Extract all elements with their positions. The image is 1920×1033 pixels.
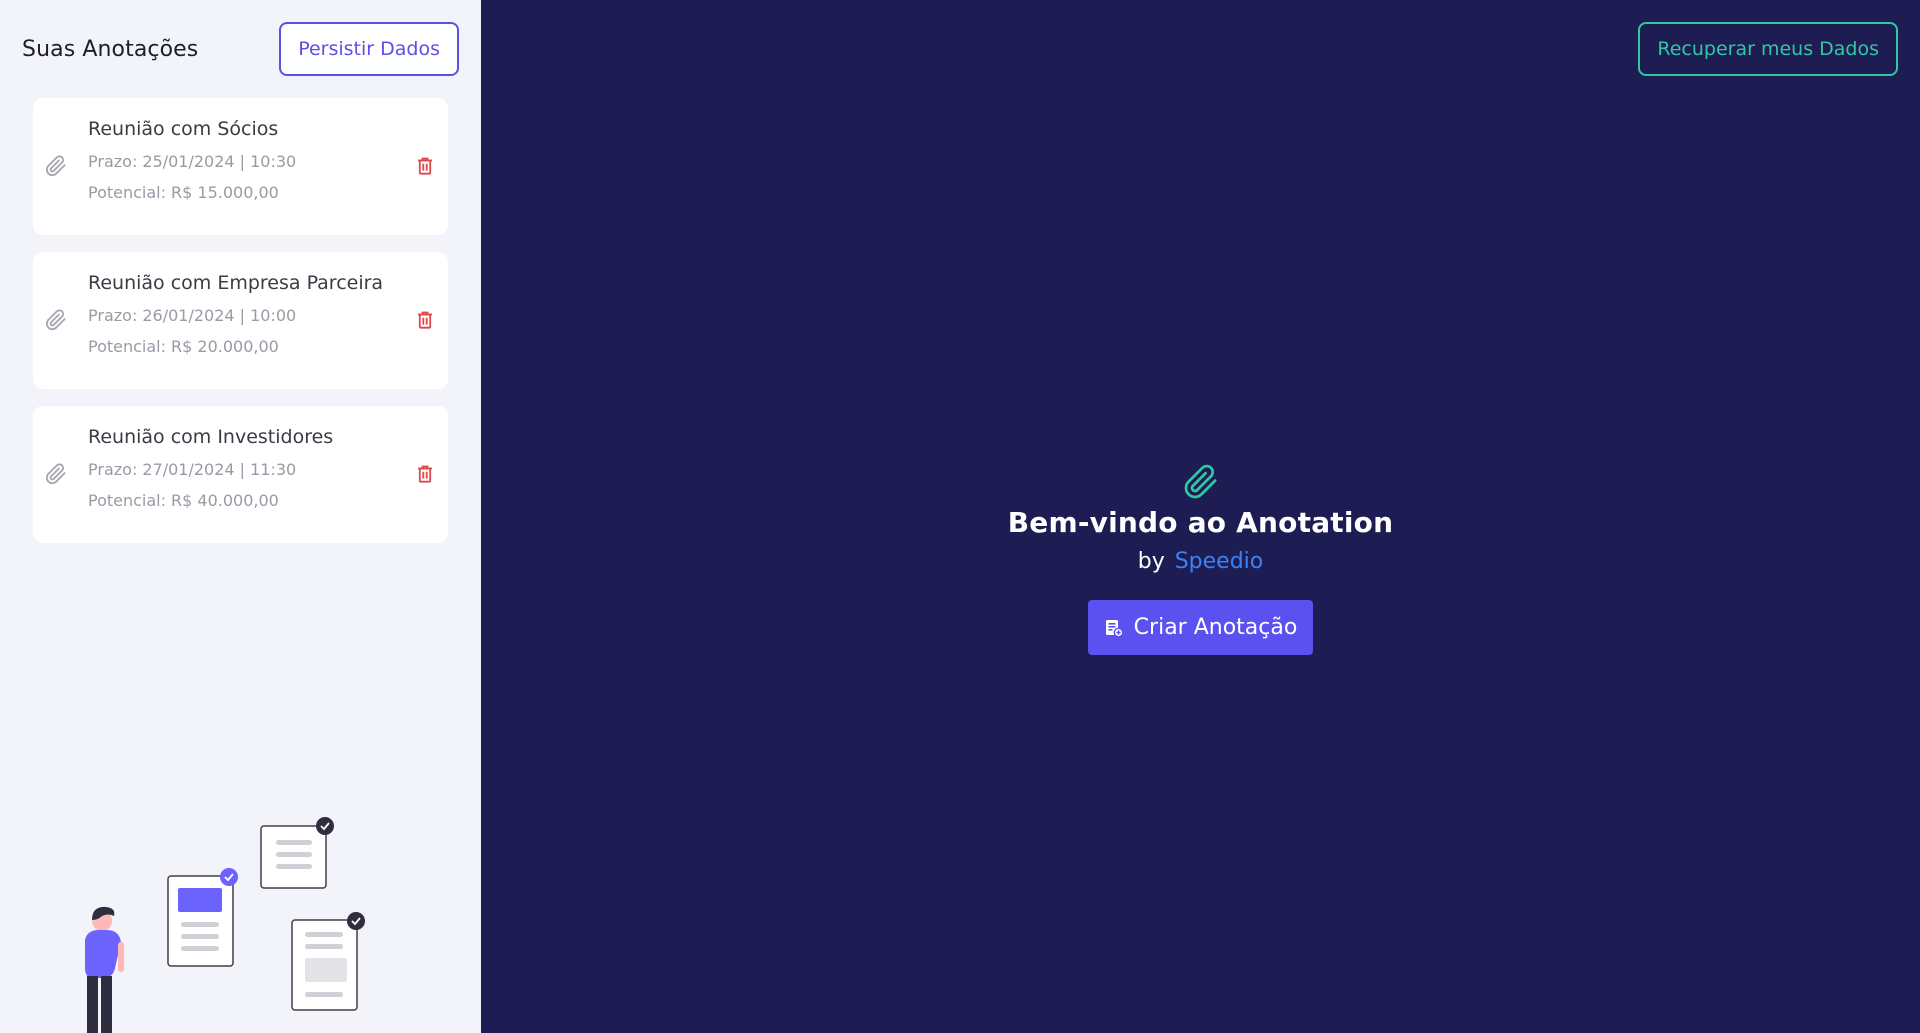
note-body: Reunião com Empresa Parceira Prazo: 26/01… — [88, 272, 383, 368]
note-list: Reunião com Sócios Prazo: 25/01/2024 | 10… — [33, 98, 448, 560]
note-card[interactable]: Reunião com Sócios Prazo: 25/01/2024 | 10… — [33, 98, 448, 235]
welcome-section: Bem-vindo ao Anotation by Speedio Criar … — [481, 464, 1920, 655]
paperclip-icon — [45, 309, 67, 331]
create-note-button[interactable]: Criar Anotação — [1087, 600, 1314, 655]
deadline-value: 27/01/2024 | 11:30 — [142, 460, 297, 479]
notes-illustration — [85, 817, 365, 1033]
welcome-title: Bem-vindo ao Anotation — [1007, 506, 1394, 539]
note-potential: Potencial: R$ 20.000,00 — [88, 337, 383, 356]
note-potential: Potencial: R$ 15.000,00 — [88, 183, 296, 202]
potential-value: R$ 15.000,00 — [171, 183, 279, 202]
sidebar-title: Suas Anotações — [22, 36, 199, 62]
deadline-label: Prazo: — [88, 460, 138, 479]
deadline-value: 25/01/2024 | 10:30 — [142, 152, 297, 171]
note-deadline: Prazo: 25/01/2024 | 10:30 — [88, 152, 296, 171]
note-potential: Potencial: R$ 40.000,00 — [88, 491, 333, 510]
brand-link[interactable]: Speedio — [1175, 549, 1264, 574]
paperclip-icon — [45, 463, 67, 485]
app-root: Suas Anotações Persistir Dados Reunião c… — [0, 0, 1920, 1033]
main-panel: Recuperar meus Dados Bem-vindo ao Anotat… — [481, 0, 1920, 1033]
deadline-label: Prazo: — [88, 306, 138, 325]
paperclip-icon — [45, 155, 67, 177]
potential-label: Potencial: — [88, 183, 167, 202]
welcome-byline: by Speedio — [1138, 549, 1264, 574]
sidebar: Suas Anotações Persistir Dados Reunião c… — [0, 0, 481, 1033]
doc-card-top — [260, 817, 334, 889]
trash-icon — [418, 157, 432, 175]
paperclip-icon — [1184, 464, 1217, 499]
potential-label: Potencial: — [88, 337, 167, 356]
note-body: Reunião com Investidores Prazo: 27/01/202… — [88, 426, 333, 522]
trash-icon — [418, 311, 432, 329]
potential-value: R$ 40.000,00 — [171, 491, 279, 510]
person-figure — [85, 906, 124, 1033]
delete-note-button[interactable] — [414, 155, 436, 177]
potential-label: Potencial: — [88, 491, 167, 510]
note-card[interactable]: Reunião com Investidores Prazo: 27/01/202… — [33, 406, 448, 543]
note-body: Reunião com Sócios Prazo: 25/01/2024 | 10… — [88, 118, 296, 214]
doc-card-right — [291, 912, 365, 1011]
create-note-label: Criar Anotação — [1133, 615, 1298, 640]
delete-note-button[interactable] — [414, 309, 436, 331]
recover-data-button[interactable]: Recuperar meus Dados — [1638, 22, 1898, 76]
note-title: Reunião com Empresa Parceira — [88, 272, 384, 294]
by-label: by — [1137, 549, 1165, 574]
sidebar-header: Suas Anotações Persistir Dados — [22, 22, 459, 76]
deadline-label: Prazo: — [88, 152, 138, 171]
note-title: Reunião com Investidores — [88, 426, 334, 448]
trash-icon — [418, 465, 432, 483]
persist-data-button[interactable]: Persistir Dados — [279, 22, 459, 76]
note-deadline: Prazo: 26/01/2024 | 10:00 — [88, 306, 383, 325]
note-add-icon — [1105, 619, 1124, 637]
deadline-value: 26/01/2024 | 10:00 — [142, 306, 297, 325]
note-deadline: Prazo: 27/01/2024 | 11:30 — [88, 460, 333, 479]
delete-note-button[interactable] — [414, 463, 436, 485]
note-card[interactable]: Reunião com Empresa Parceira Prazo: 26/01… — [33, 252, 448, 389]
potential-value: R$ 20.000,00 — [171, 337, 279, 356]
doc-card-left — [167, 868, 238, 967]
note-title: Reunião com Sócios — [88, 118, 279, 140]
